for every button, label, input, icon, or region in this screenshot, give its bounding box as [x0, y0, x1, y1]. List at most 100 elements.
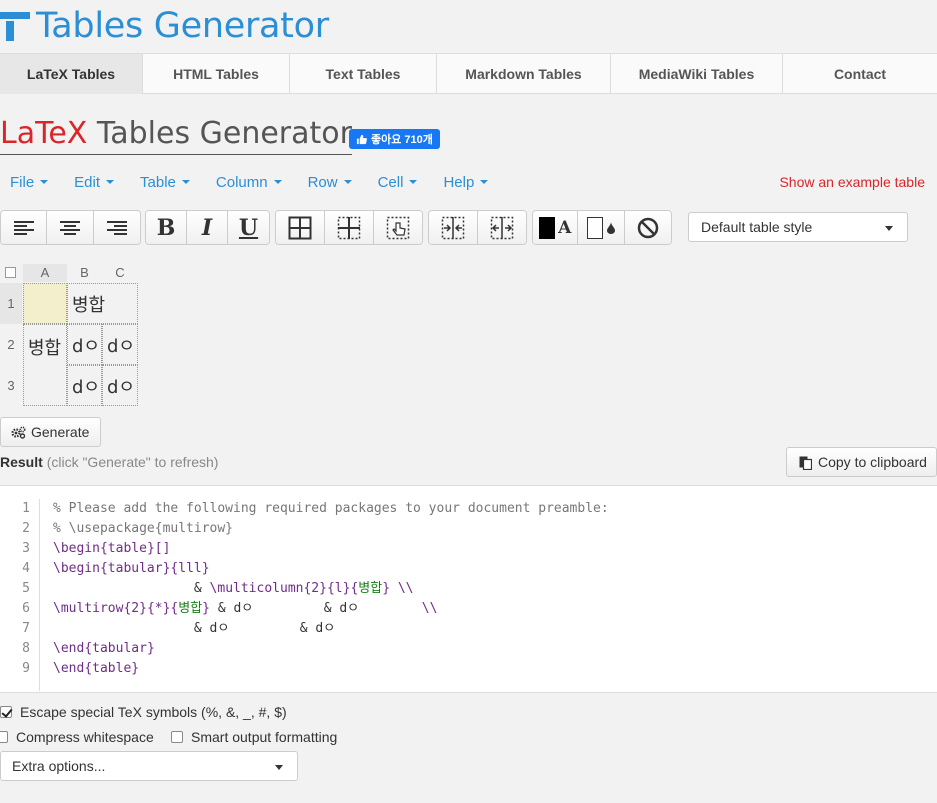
- table-style-value: Default table style: [701, 219, 813, 235]
- merge-cells-icon: [441, 216, 464, 239]
- tab-text-tables[interactable]: Text Tables: [290, 54, 437, 94]
- tab-latex-tables[interactable]: LaTeX Tables: [0, 54, 143, 94]
- align-center-button[interactable]: [47, 211, 94, 244]
- dashed-borders-icon: [337, 216, 361, 239]
- menu-cell[interactable]: Cell: [378, 173, 418, 191]
- dropdown-caret-icon: [885, 226, 893, 231]
- split-cells-icon: [490, 216, 513, 239]
- bold-button[interactable]: B: [146, 211, 187, 244]
- extra-options-select[interactable]: Extra options...: [0, 751, 298, 781]
- code-line: % Please add the following required pack…: [53, 501, 609, 516]
- background-color-button[interactable]: [578, 211, 625, 244]
- line-number: 3: [22, 541, 30, 556]
- line-number: 8: [22, 641, 30, 656]
- menu-table[interactable]: Table: [140, 173, 190, 191]
- caret-down-icon: [106, 180, 115, 184]
- menu-edit[interactable]: Edit: [74, 173, 115, 191]
- paint-drop-icon: [607, 221, 615, 234]
- menu-row[interactable]: Row: [308, 173, 352, 191]
- column-header-c[interactable]: C: [102, 264, 138, 282]
- caret-down-icon: [181, 180, 190, 184]
- alignment-group: [0, 210, 141, 245]
- code-line: \end{tabular}: [53, 641, 155, 656]
- text-color-button[interactable]: A: [533, 211, 579, 244]
- table-logo-icon: [0, 9, 32, 43]
- menu-edit-label: Edit: [74, 173, 101, 191]
- tab-markdown-tables[interactable]: Markdown Tables: [437, 54, 611, 94]
- line-number: 9: [22, 661, 30, 676]
- border-picker-button[interactable]: [374, 211, 422, 244]
- inner-borders-button[interactable]: [325, 211, 374, 244]
- white-swatch-icon: [587, 216, 603, 239]
- split-cells-button[interactable]: [477, 211, 526, 244]
- caret-down-icon: [273, 180, 282, 184]
- page-title-latex: LaTeX: [0, 116, 88, 151]
- caret-down-icon: [409, 180, 418, 184]
- code-lines: % Please add the following required pack…: [53, 499, 609, 679]
- menu-file-label: File: [10, 173, 35, 191]
- table-cell-a2[interactable]: 병합: [23, 324, 67, 406]
- row-header-2[interactable]: 2: [0, 324, 22, 365]
- merge-cells-button[interactable]: [429, 211, 478, 244]
- result-heading: Result (click "Generate" to refresh): [0, 454, 218, 470]
- line-number: 1: [22, 501, 30, 516]
- page-title: LaTeX Tables Generator: [0, 116, 352, 155]
- escape-symbols-option[interactable]: Escape special TeX symbols (%, &, _, #, …: [0, 704, 287, 720]
- italic-button[interactable]: I: [187, 211, 228, 244]
- result-label: Result: [0, 454, 43, 470]
- copy-to-clipboard-button[interactable]: Copy to clipboard: [786, 447, 937, 477]
- tab-html-tables[interactable]: HTML Tables: [143, 54, 290, 94]
- row-header-3[interactable]: 3: [0, 365, 22, 406]
- thumbs-up-icon: [356, 134, 367, 144]
- select-all-checkbox[interactable]: [5, 267, 16, 278]
- tab-mediawiki-tables[interactable]: MediaWiki Tables: [611, 54, 783, 94]
- table-cell-b3[interactable]: dㅇ: [67, 365, 102, 406]
- escape-symbols-checkbox[interactable]: [0, 706, 12, 718]
- table-cell-b1[interactable]: 병합: [67, 283, 138, 324]
- clear-formatting-button[interactable]: [624, 211, 671, 244]
- column-header-b[interactable]: B: [67, 264, 102, 282]
- text-color-letter: A: [558, 217, 572, 238]
- menu-bar: File Edit Table Column Row Cell Help: [10, 173, 514, 191]
- code-line: \begin{table}[]: [53, 541, 171, 556]
- facebook-like-button[interactable]: 좋아요 710개: [349, 129, 440, 149]
- align-right-button[interactable]: [94, 211, 140, 244]
- line-number: 2: [22, 521, 30, 536]
- all-borders-button[interactable]: [276, 211, 325, 244]
- menu-file[interactable]: File: [10, 173, 49, 191]
- align-left-button[interactable]: [1, 211, 47, 244]
- menu-table-label: Table: [140, 173, 176, 191]
- table-style-select[interactable]: Default table style: [688, 212, 908, 242]
- clipboard-icon: [799, 456, 812, 470]
- brand-header[interactable]: Tables Generator: [0, 5, 329, 47]
- column-header-a[interactable]: A: [23, 264, 67, 282]
- tab-contact[interactable]: Contact: [783, 54, 937, 94]
- menu-cell-label: Cell: [377, 173, 404, 191]
- compress-whitespace-option[interactable]: Compress whitespace: [0, 729, 154, 745]
- borders-group: [275, 210, 423, 245]
- smart-formatting-checkbox[interactable]: [171, 731, 183, 743]
- compress-whitespace-checkbox[interactable]: [0, 731, 8, 743]
- text-style-group: B I U: [145, 210, 270, 245]
- compress-whitespace-label: Compress whitespace: [16, 729, 154, 745]
- table-cell-c2[interactable]: dㅇ: [102, 324, 138, 365]
- table-cell-a1[interactable]: [23, 283, 67, 324]
- menu-column[interactable]: Column: [216, 173, 282, 191]
- row-header-1[interactable]: 1: [0, 283, 22, 324]
- caret-down-icon: [343, 180, 352, 184]
- no-entry-icon: [637, 217, 659, 238]
- align-center-icon: [60, 220, 80, 235]
- generate-button[interactable]: Generate: [0, 417, 101, 447]
- underline-button[interactable]: U: [228, 211, 269, 244]
- code-line: \begin{tabular}{lll}: [53, 561, 210, 576]
- code-line: \multirow{2}{*}{병합} & dㅇ & dㅇ \\: [53, 601, 438, 616]
- latex-code-output[interactable]: 1 2 3 4 5 6 7 8 9 % Please add the follo…: [0, 485, 937, 693]
- escape-symbols-label: Escape special TeX symbols (%, &, _, #, …: [20, 704, 287, 720]
- merge-group: [428, 210, 527, 245]
- menu-help[interactable]: Help: [443, 173, 489, 191]
- dropdown-caret-icon: [275, 765, 283, 770]
- smart-formatting-option[interactable]: Smart output formatting: [171, 729, 337, 745]
- show-example-link[interactable]: Show an example table: [779, 174, 925, 190]
- table-cell-b2[interactable]: dㅇ: [67, 324, 102, 365]
- table-cell-c3[interactable]: dㅇ: [102, 365, 138, 406]
